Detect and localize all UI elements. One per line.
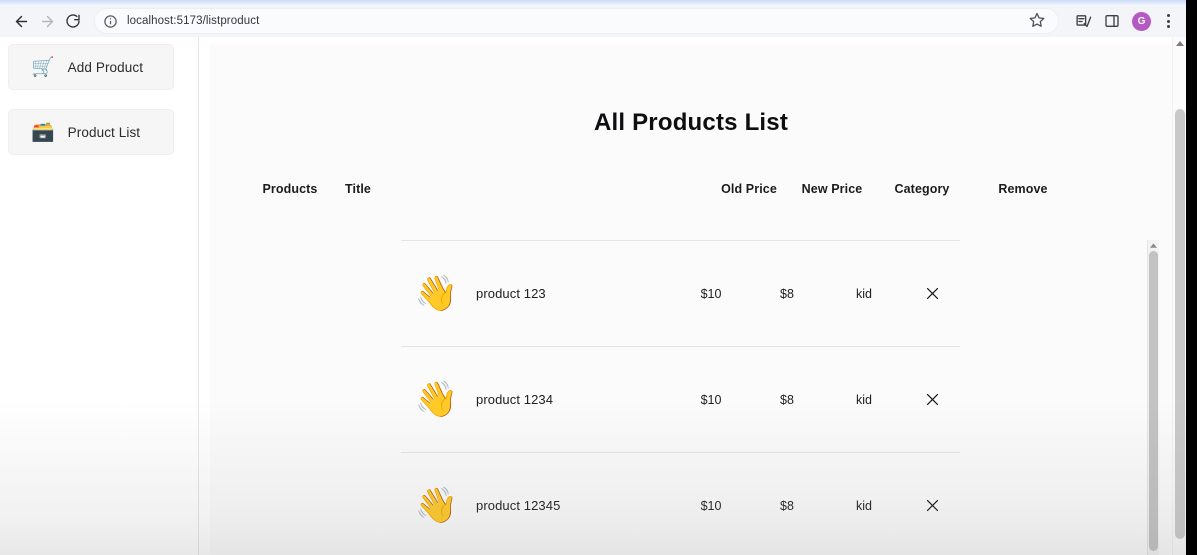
page-scrollbar[interactable] [1172, 37, 1186, 555]
product-image: 👋 [414, 486, 459, 525]
product-list[interactable]: 👋 product 123 $10 $8 kid 👋 product 1234 [401, 240, 960, 555]
sidebar-item-product-list[interactable]: 🗃️ Product List [8, 109, 174, 155]
screen-edge [1186, 0, 1197, 555]
avatar[interactable]: G [1132, 11, 1151, 31]
shopping-cart-icon: 🛒 [31, 56, 55, 78]
product-title: product 1234 [476, 392, 554, 407]
main-content: All Products List Products Title Old Pri… [199, 37, 1186, 555]
column-header-category: Category [894, 182, 950, 196]
product-old-price: $10 [700, 392, 722, 407]
column-header-remove: Remove [998, 182, 1048, 196]
page-viewport: 🛒 Add Product 🗃️ Product List All Produc… [0, 37, 1186, 555]
remove-product-button[interactable] [904, 391, 960, 409]
product-image: 👋 [414, 380, 459, 419]
side-panel-icon[interactable] [1101, 10, 1123, 32]
product-new-price: $8 [780, 498, 794, 513]
product-image: 👋 [414, 274, 459, 313]
scroll-up-arrow-icon[interactable] [1148, 240, 1159, 251]
reload-button[interactable] [60, 8, 86, 34]
page-scrollbar-thumb[interactable] [1175, 109, 1185, 539]
product-category: kid [856, 498, 872, 513]
product-title: product 123 [476, 286, 546, 301]
list-scrollbar[interactable] [1147, 240, 1159, 555]
star-icon[interactable] [1028, 11, 1048, 31]
column-header-title: Title [345, 182, 371, 196]
sidebar: 🛒 Add Product 🗃️ Product List [0, 37, 199, 555]
table-row[interactable]: 👋 product 1234 $10 $8 kid [401, 346, 960, 452]
product-category: kid [856, 392, 872, 407]
remove-product-button[interactable] [904, 285, 960, 303]
page-title: All Products List [593, 109, 789, 136]
column-header-new-price: New Price [801, 182, 863, 196]
forward-button[interactable] [34, 8, 60, 34]
back-button[interactable] [8, 8, 34, 34]
browser-window: localhost:5173/listproduct G 🛒 Add Produ… [0, 0, 1186, 555]
scroll-up-arrow-icon[interactable] [1173, 37, 1186, 50]
info-circle-icon[interactable] [103, 14, 118, 29]
product-new-price: $8 [780, 392, 794, 407]
sidebar-item-add-product[interactable]: 🛒 Add Product [8, 44, 174, 90]
product-new-price: $8 [780, 286, 794, 301]
extensions-icon[interactable] [1072, 10, 1094, 32]
url-text[interactable]: localhost:5173/listproduct [127, 15, 1028, 27]
product-title: product 12345 [476, 498, 561, 513]
product-category: kid [856, 286, 872, 301]
sidebar-item-label: Product List [67, 124, 141, 140]
table-header-row: Products Title Old Price New Price Categ… [210, 182, 1172, 196]
product-old-price: $10 [700, 286, 722, 301]
product-old-price: $10 [700, 498, 722, 513]
column-header-products: Products [262, 182, 318, 196]
remove-product-button[interactable] [904, 497, 960, 515]
list-scrollbar-thumb[interactable] [1149, 251, 1158, 551]
address-bar[interactable]: localhost:5173/listproduct [94, 8, 1059, 34]
card-index-box-icon: 🗃️ [31, 121, 55, 143]
column-header-old-price: Old Price [721, 182, 777, 196]
products-card: All Products List Products Title Old Pri… [210, 44, 1172, 555]
table-row[interactable]: 👋 product 123 $10 $8 kid [401, 240, 960, 346]
sidebar-item-label: Add Product [67, 59, 144, 75]
table-row[interactable]: 👋 product 12345 $10 $8 kid [401, 452, 960, 555]
browser-toolbar: localhost:5173/listproduct G [0, 5, 1186, 37]
three-dot-menu-icon[interactable] [1158, 14, 1178, 28]
